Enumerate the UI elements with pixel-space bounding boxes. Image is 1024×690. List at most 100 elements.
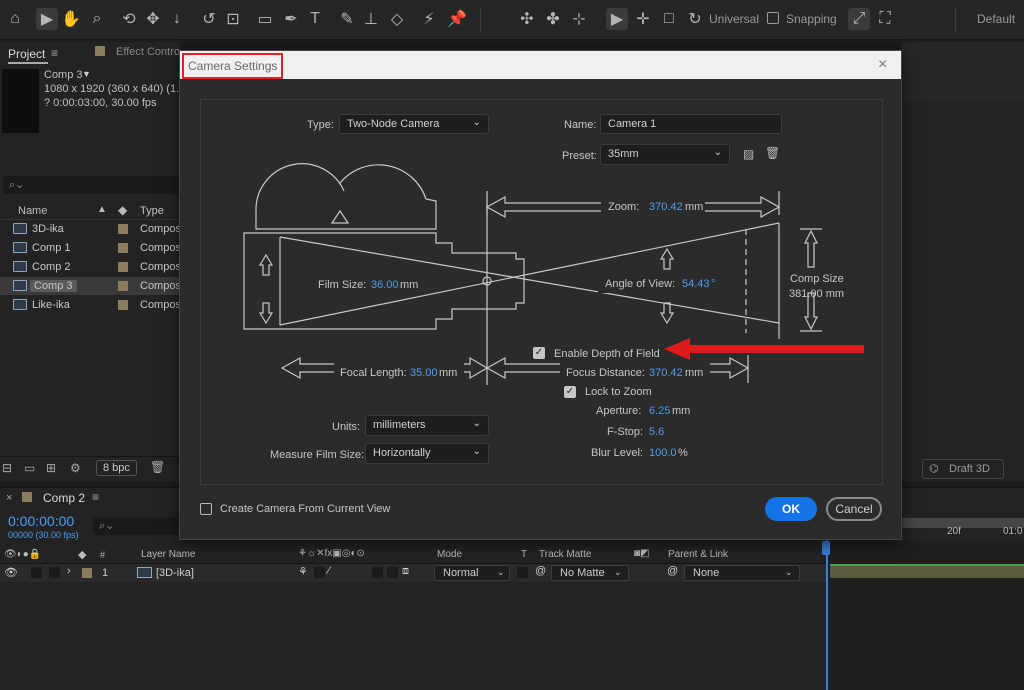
chevron-down-icon[interactable]: ▼	[82, 69, 91, 79]
create-from-view-checkbox[interactable]	[200, 503, 212, 515]
aperture-value[interactable]: 6.25	[649, 405, 670, 417]
home-icon[interactable]: ⌂	[4, 8, 26, 30]
move-tool-icon[interactable]: ▶	[606, 8, 628, 30]
brush-tool-icon[interactable]: ✎	[336, 8, 358, 30]
axis-world-icon[interactable]: ✤	[542, 8, 564, 30]
label-swatch[interactable]	[118, 281, 128, 291]
effect-controls-tab[interactable]: Effect Controls 3D-ika	[116, 46, 180, 58]
interpret-footage-icon[interactable]: ⊟	[2, 461, 12, 475]
pan-tool-icon[interactable]: ✥	[142, 8, 164, 30]
trash-icon[interactable]: 🗑	[150, 460, 165, 474]
col-parent[interactable]: Parent & Link	[668, 549, 728, 560]
solo-toggle[interactable]	[31, 567, 42, 578]
universal-label[interactable]: Universal	[709, 12, 759, 26]
measure-film-size-dropdown[interactable]: Horizontally ⌄	[365, 443, 489, 464]
snap-options-icon[interactable]: ⤢	[848, 8, 870, 30]
parent-pickwhip-icon[interactable]: @	[667, 565, 678, 577]
project-search-input[interactable]: ⌕⌄	[3, 176, 180, 194]
project-item-3d-ika[interactable]: 3D-ika Compos	[0, 220, 181, 238]
panel-menu-icon[interactable]: ≡	[51, 46, 58, 60]
hand-tool-icon[interactable]: ✋	[60, 8, 82, 30]
camera-name-input[interactable]: Camera 1	[600, 114, 782, 134]
cancel-button[interactable]: Cancel	[826, 497, 882, 521]
zoom-tool-icon[interactable]: ⌕	[86, 8, 108, 30]
timeline-search-input[interactable]: ⌕⌄	[93, 517, 178, 535]
label-swatch[interactable]	[82, 568, 92, 578]
eye-icon[interactable]: 👁	[4, 566, 18, 579]
bpc-button[interactable]: 8 bpc	[96, 460, 137, 476]
col-layer-name[interactable]: Layer Name	[141, 549, 195, 560]
enable-dof-checkbox[interactable]: ✓	[533, 347, 545, 359]
snapping-checkbox[interactable]	[767, 12, 779, 24]
position-tool-icon[interactable]: ✛	[632, 8, 654, 30]
current-time-display[interactable]: 0:00:00:00	[8, 513, 74, 529]
eraser-tool-icon[interactable]: ◇	[386, 8, 408, 30]
project-item-like-ika[interactable]: Like-ika Compos	[0, 296, 181, 314]
selection-tool-icon[interactable]: ▶	[36, 8, 58, 30]
col-t[interactable]: T	[521, 549, 527, 560]
angle-of-view-value[interactable]: 54.43	[682, 278, 710, 290]
col-type[interactable]: Type	[140, 205, 164, 217]
shy-icon[interactable]: ⚘	[298, 565, 308, 578]
project-item-comp-3[interactable]: Comp 3 Compos	[0, 277, 181, 295]
lock-to-zoom-checkbox[interactable]: ✓	[564, 386, 576, 398]
settings-icon[interactable]: ⚙	[70, 461, 81, 475]
expand-chevron-icon[interactable]: ›	[67, 565, 71, 577]
label-swatch[interactable]	[118, 262, 128, 272]
layer-track-area[interactable]	[826, 540, 1024, 690]
film-size-value[interactable]: 36.00	[371, 279, 399, 291]
col-track-matte[interactable]: Track Matte	[539, 549, 591, 560]
lock-to-zoom-label[interactable]: Lock to Zoom	[585, 386, 652, 398]
new-folder-icon[interactable]: ▭	[24, 461, 35, 475]
quality-icon[interactable]: ⁄	[328, 565, 330, 577]
pickwhip-icon[interactable]: @	[535, 565, 546, 577]
axis-view-icon[interactable]: ⊹	[568, 8, 590, 30]
project-item-comp-1[interactable]: Comp 1 Compos	[0, 239, 181, 257]
pan-behind-tool-icon[interactable]: ⊡	[222, 8, 244, 30]
track-matte-dropdown[interactable]: No Matte ⌄	[551, 565, 629, 581]
axis-local-icon[interactable]: ✣	[516, 8, 538, 30]
panel-menu-icon[interactable]: ≡	[92, 490, 99, 504]
lock-toggle[interactable]	[49, 567, 60, 578]
f-stop-value[interactable]: 5.6	[649, 426, 664, 438]
project-tab[interactable]: Project	[8, 47, 45, 61]
units-dropdown[interactable]: millimeters ⌄	[365, 415, 489, 436]
layer-name[interactable]: [3D-ika]	[156, 567, 194, 579]
type-tool-icon[interactable]: T	[304, 8, 326, 30]
layer-duration-bar[interactable]	[830, 564, 1024, 578]
timeline-comp-tab[interactable]: Comp 2	[43, 491, 85, 505]
clone-stamp-tool-icon[interactable]: ⊥	[360, 8, 382, 30]
scale-tool-icon[interactable]: □	[658, 8, 680, 30]
ok-button[interactable]: OK	[765, 497, 817, 521]
playhead-handle[interactable]	[822, 541, 830, 555]
focal-length-value[interactable]: 35.00	[410, 367, 438, 379]
blur-level-value[interactable]: 100.0	[649, 447, 677, 459]
label-swatch[interactable]	[118, 224, 128, 234]
puppet-tool-icon[interactable]: 📌	[446, 8, 468, 30]
orbit-tool-icon[interactable]: ⟲	[118, 8, 140, 30]
dolly-tool-icon[interactable]: ↓	[166, 8, 188, 30]
workspace-label[interactable]: Default	[977, 12, 1015, 26]
focus-distance-value[interactable]: 370.42	[649, 367, 683, 379]
label-swatch[interactable]	[118, 300, 128, 310]
new-composition-icon[interactable]: ⊞	[46, 461, 56, 475]
pen-tool-icon[interactable]: ✒	[280, 8, 302, 30]
layer-row[interactable]: 👁 › 1 [3D-ika] ⚘ ⁄ ⧈ Normal ⌄ @ No Matte…	[0, 564, 826, 582]
zoom-value[interactable]: 370.42	[649, 201, 683, 213]
rectangle-tool-icon[interactable]: ▭	[254, 8, 276, 30]
3d-layer-icon[interactable]: ⧈	[402, 565, 409, 578]
col-name[interactable]: Name	[18, 205, 47, 217]
motion-blur-toggle[interactable]	[372, 567, 383, 578]
close-icon[interactable]: ×	[6, 492, 12, 504]
sort-up-icon[interactable]: ▲	[97, 204, 107, 215]
preserve-transparency-toggle[interactable]	[517, 567, 528, 578]
parent-dropdown[interactable]: None ⌄	[684, 565, 800, 581]
rotation-tool-icon[interactable]: ↻	[684, 8, 706, 30]
draft-3d-button[interactable]: ⌬ Draft 3D	[922, 459, 1004, 479]
mode-dropdown[interactable]: Normal ⌄	[434, 565, 510, 581]
adjustment-toggle[interactable]	[387, 567, 398, 578]
roto-brush-tool-icon[interactable]: ⚡	[418, 8, 440, 30]
rotate-tool-icon[interactable]: ↺	[198, 8, 220, 30]
collapse-toggle[interactable]	[314, 567, 325, 578]
create-from-view-label[interactable]: Create Camera From Current View	[220, 503, 390, 515]
